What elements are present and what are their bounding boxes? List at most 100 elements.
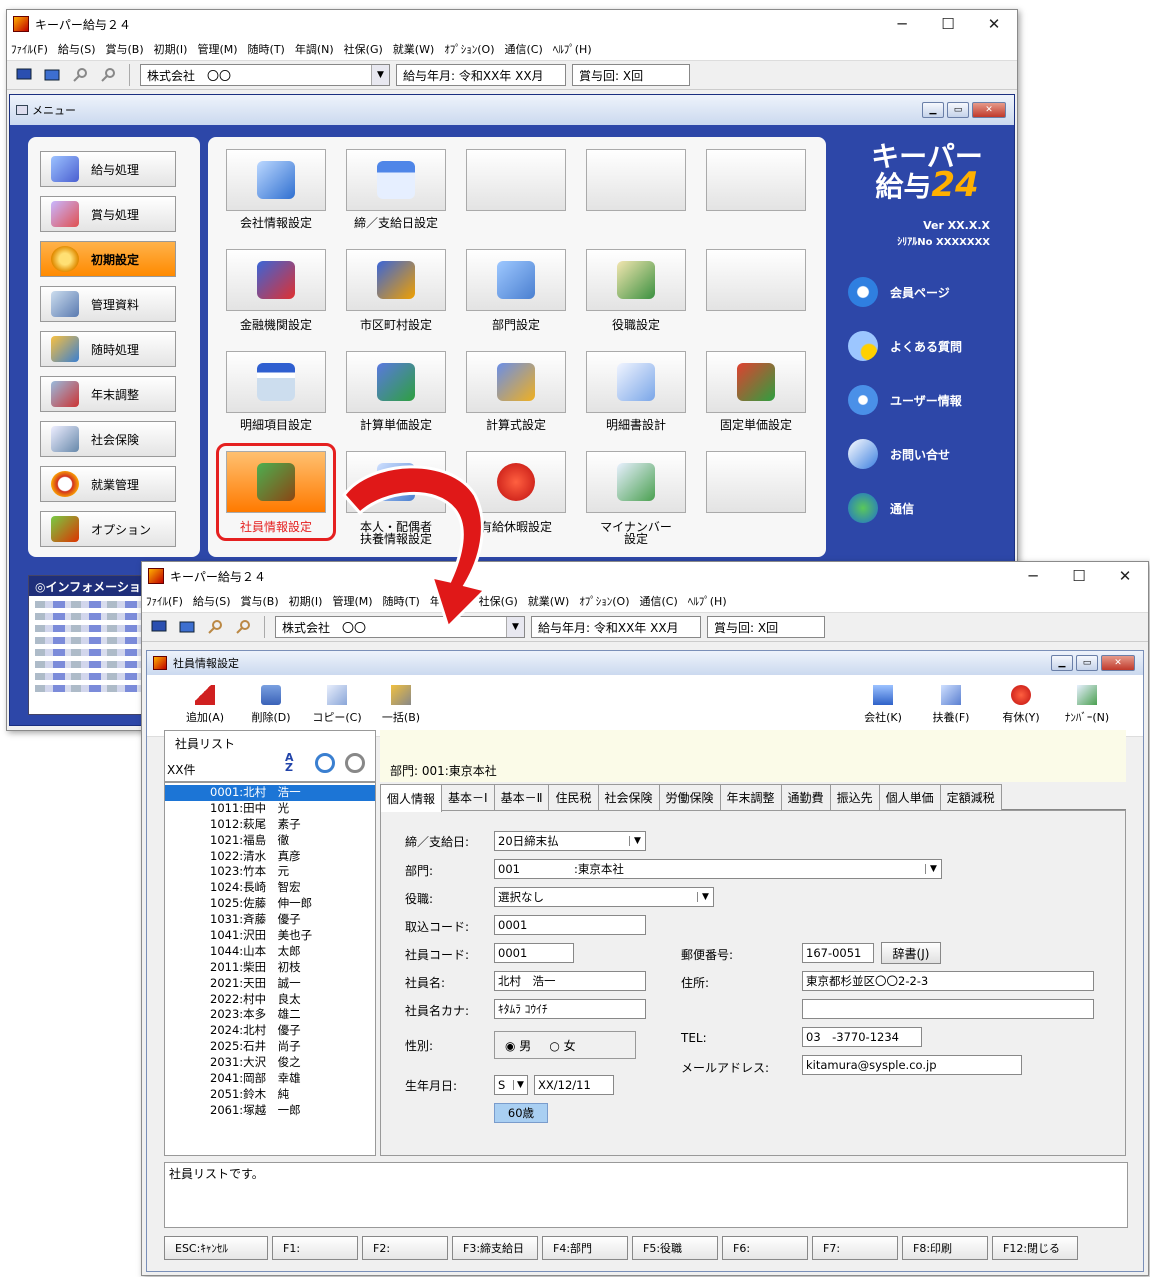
menu-option[interactable]: ｵﾌﾟｼｮﾝ(O) [444, 41, 494, 57]
dict-button[interactable]: 辞書(J) [881, 942, 941, 964]
employee-list-item[interactable]: 1011:田中 光 [165, 801, 375, 817]
employee-list-item[interactable]: 1022:清水 真彦 [165, 849, 375, 865]
maximize-button[interactable]: ☐ [925, 10, 971, 38]
link-comm[interactable]: 通信 [848, 493, 914, 523]
menu-help[interactable]: ﾍﾙﾌﾟ(H) [553, 41, 592, 57]
maximize-button[interactable]: ☐ [1056, 562, 1102, 590]
employee-list-item[interactable]: 1024:長崎 智宏 [165, 880, 375, 896]
company-info-button[interactable] [226, 149, 326, 211]
employee-info-button[interactable] [226, 451, 326, 513]
sort-az-icon[interactable]: AZ [285, 752, 294, 773]
link-contact[interactable]: お問い合せ [848, 439, 950, 469]
menu-comm[interactable]: 通信(C) [505, 41, 543, 57]
zoom-out-icon[interactable] [232, 617, 254, 637]
minimize-button[interactable]: ▁ [1051, 655, 1073, 671]
menu-management[interactable]: 管理資料 [40, 286, 176, 322]
era-select[interactable]: S ▼ [494, 1075, 528, 1095]
menu-initial[interactable]: 初期(I) [289, 593, 323, 609]
minimize-button[interactable]: ─ [1010, 562, 1056, 590]
emp-name-input[interactable]: 北村 浩一 [494, 971, 646, 991]
tab-5[interactable]: 労働保険 [658, 784, 721, 810]
link-member-page[interactable]: 会員ページ [848, 277, 950, 307]
search-clear-icon[interactable] [345, 753, 365, 773]
menu-insurance[interactable]: 社保(G) [344, 41, 383, 57]
employee-list-item[interactable]: 1044:山本 太郎 [165, 944, 375, 960]
chevron-down-icon[interactable]: ▼ [629, 836, 645, 846]
fkey-button-9[interactable]: F12:閉じる [992, 1236, 1078, 1260]
my-number-button[interactable]: ﾅﾝﾊﾞｰ(N) [1059, 685, 1115, 725]
menu-salary[interactable]: 給与(S) [58, 41, 96, 57]
sex-male-radio[interactable]: ◉ 男 [505, 1037, 531, 1054]
search-icon[interactable] [315, 753, 335, 773]
addr2-input[interactable] [802, 999, 1094, 1019]
position-button[interactable] [586, 249, 686, 311]
link-faq[interactable]: よくある質問 [848, 331, 962, 361]
menu-option[interactable]: オプション [40, 511, 176, 547]
employee-list-item[interactable]: 1041:沢田 美也子 [165, 928, 375, 944]
employee-list-item[interactable]: 1025:佐藤 伸一郎 [165, 896, 375, 912]
employee-list-item[interactable]: 2051:鈴木 純 [165, 1087, 375, 1103]
window-icon[interactable] [41, 65, 63, 85]
fkey-button-7[interactable]: F7: [812, 1236, 898, 1260]
chevron-down-icon[interactable]: ▼ [371, 65, 389, 85]
close-button[interactable]: ✕ [971, 10, 1017, 38]
post-select[interactable]: 選択なし ▼ [494, 887, 714, 907]
menu-bonus[interactable]: 賞与(B) [241, 593, 279, 609]
employee-list[interactable]: 0001:北村 浩一 1011:田中 光 1012:萩尾 素子 1021:福島 徹 10… [164, 782, 376, 1156]
menu-salary[interactable]: 給与(S) [193, 593, 231, 609]
window-icon[interactable] [176, 617, 198, 637]
fkey-button-2[interactable]: F2: [362, 1236, 448, 1260]
dept-select[interactable]: 001:東京本社 ▼ [494, 859, 942, 879]
employee-list-item[interactable]: 2023:本多 雄二 [165, 1007, 375, 1023]
employee-list-item[interactable]: 1021:福島 徹 [165, 833, 375, 849]
employee-list-item[interactable]: 2061:塚越 一郎 [165, 1103, 375, 1119]
detail-items-button[interactable] [226, 351, 326, 413]
zoom-out-icon[interactable] [97, 65, 119, 85]
calc-unit-button[interactable] [346, 351, 446, 413]
employee-list-item[interactable]: 2025:石井 尚子 [165, 1039, 375, 1055]
employee-list-item[interactable]: 1012:萩尾 素子 [165, 817, 375, 833]
company-button[interactable]: 会社(K) [855, 685, 911, 725]
closing-date-button[interactable] [346, 149, 446, 211]
tab-0[interactable]: 個人情報 [380, 784, 443, 812]
menu-file[interactable]: ﾌｧｲﾙ(F) [146, 593, 183, 609]
sex-female-radio[interactable]: ○ 女 [549, 1037, 575, 1054]
employee-list-item[interactable]: 2021:天田 誠一 [165, 976, 375, 992]
menu-bonus-process[interactable]: 賞与処理 [40, 196, 176, 232]
addr-input[interactable]: 東京都杉並区〇〇2-2-3 [802, 971, 1094, 991]
copy-button[interactable]: コピー(C) [309, 685, 365, 725]
add-button[interactable]: 追加(A) [177, 685, 233, 725]
fkey-button-8[interactable]: F8:印刷 [902, 1236, 988, 1260]
fkey-button-5[interactable]: F5:役職 [632, 1236, 718, 1260]
menu-bonus[interactable]: 賞与(B) [106, 41, 144, 57]
emp-kana-input[interactable]: ｷﾀﾑﾗ ｺｳｲﾁ [494, 999, 646, 1019]
chevron-down-icon[interactable]: ▼ [513, 1080, 527, 1090]
menu-initial[interactable]: 初期(I) [154, 41, 188, 57]
menu-work-manage[interactable]: 就業管理 [40, 466, 176, 502]
employee-list-item[interactable]: 2011:柴田 初枝 [165, 960, 375, 976]
fkey-button-6[interactable]: F6: [722, 1236, 808, 1260]
close-button[interactable]: ✕ [1102, 562, 1148, 590]
menu-anytime-process[interactable]: 随時処理 [40, 331, 176, 367]
monitor-icon[interactable] [13, 65, 35, 85]
minimize-button[interactable]: ─ [879, 10, 925, 38]
delete-button[interactable]: 削除(D) [243, 685, 299, 725]
formula-button[interactable] [466, 351, 566, 413]
bank-settings-button[interactable] [226, 249, 326, 311]
tab-1[interactable]: 基本－Ⅰ [441, 784, 495, 810]
menu-yearend[interactable]: 年調(N) [295, 41, 334, 57]
bulk-button[interactable]: 一括(B) [373, 685, 429, 725]
employee-list-item[interactable]: 2024:北村 優子 [165, 1023, 375, 1039]
menu-help[interactable]: ﾍﾙﾌﾟ(H) [688, 593, 727, 609]
tab-6[interactable]: 年末調整 [719, 784, 782, 810]
menu-initial-settings[interactable]: 初期設定 [40, 241, 176, 277]
menu-anytime[interactable]: 随時(T) [248, 41, 285, 57]
tab-7[interactable]: 通勤費 [780, 784, 831, 810]
employee-list-item[interactable]: 1031:斉藤 優子 [165, 912, 375, 928]
tab-2[interactable]: 基本－Ⅱ [493, 784, 550, 810]
chevron-down-icon[interactable]: ▼ [925, 864, 941, 874]
menu-work[interactable]: 就業(W) [393, 41, 434, 57]
fkey-button-4[interactable]: F4:部門 [542, 1236, 628, 1260]
maximize-button[interactable]: ▭ [947, 102, 969, 118]
statement-design-button[interactable] [586, 351, 686, 413]
